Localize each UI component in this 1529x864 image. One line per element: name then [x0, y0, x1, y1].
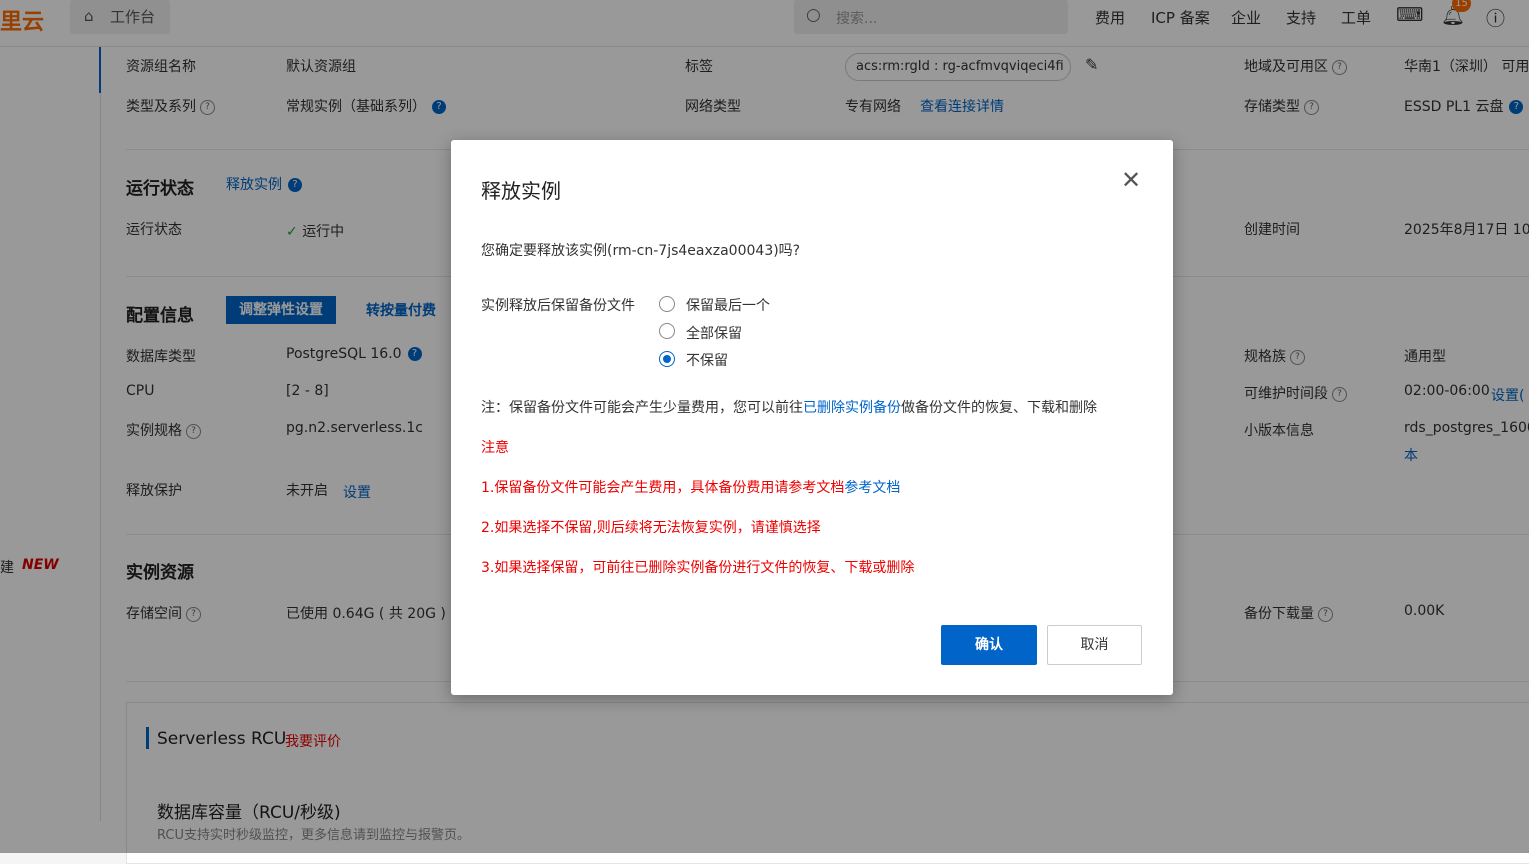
radio-no-keep[interactable]	[659, 351, 675, 367]
deleted-backup-link[interactable]: 已删除实例备份	[803, 400, 901, 416]
cancel-button[interactable]: 取消	[1047, 625, 1142, 665]
dialog-title: 释放实例	[481, 179, 561, 203]
reference-doc-link[interactable]: 参考文档	[844, 480, 900, 496]
dialog-note: 注：保留备份文件可能会产生少量费用，您可以前往已删除实例备份做备份文件的恢复、下…	[481, 400, 1097, 416]
warning-3: 3.如果选择保留，可前往已删除实例备份进行文件的恢复、下载或删除	[481, 560, 915, 576]
close-icon[interactable]: ✕	[1121, 166, 1141, 194]
warning-title: 注意	[481, 440, 509, 456]
backup-option-label: 实例释放后保留备份文件	[481, 298, 635, 314]
radio-no-keep-label[interactable]: 不保留	[686, 350, 728, 370]
radio-keep-last[interactable]	[659, 296, 675, 312]
radio-keep-all[interactable]	[659, 323, 675, 339]
warning-1: 1.保留备份文件可能会产生费用，具体备份费用请参考文档参考文档	[481, 480, 901, 496]
dialog-question: 您确定要释放该实例(rm-cn-7js4eaxza00043)吗?	[481, 243, 801, 259]
release-instance-dialog: 释放实例 ✕ 您确定要释放该实例(rm-cn-7js4eaxza00043)吗?…	[451, 140, 1173, 695]
confirm-button[interactable]: 确认	[941, 625, 1037, 665]
radio-keep-all-label[interactable]: 全部保留	[686, 323, 742, 343]
warning-2: 2.如果选择不保留,则后续将无法恢复实例，请谨慎选择	[481, 520, 821, 536]
radio-keep-last-label[interactable]: 保留最后一个	[686, 295, 770, 315]
